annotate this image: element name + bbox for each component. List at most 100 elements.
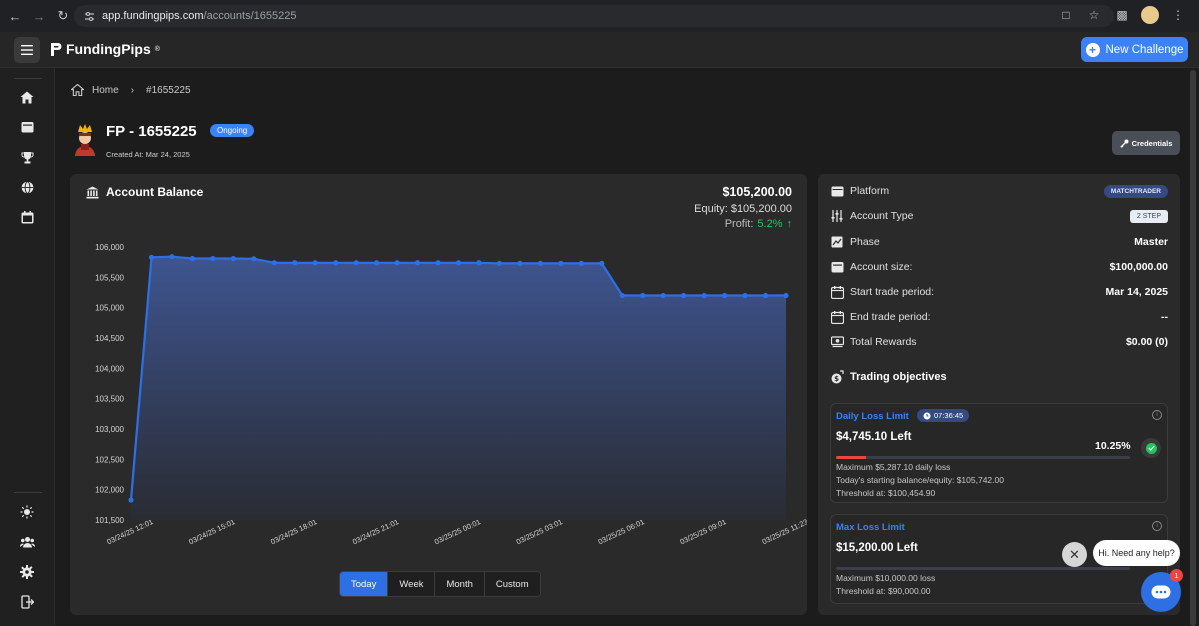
chat-prompt[interactable]: Hi. Need any help?	[1093, 540, 1180, 566]
credentials-button[interactable]: Credentials	[1112, 131, 1180, 155]
period-month-button[interactable]: Month	[435, 572, 485, 596]
data-point[interactable]	[558, 260, 564, 266]
data-point[interactable]	[414, 260, 421, 266]
brand-logo[interactable]: FundingPips ®	[50, 41, 160, 57]
data-point[interactable]	[292, 260, 298, 266]
extensions-icon[interactable]: ▩	[1113, 6, 1131, 24]
sidebar-item-logout[interactable]	[18, 593, 36, 611]
data-point[interactable]	[578, 260, 584, 266]
data-point[interactable]	[374, 260, 380, 266]
gear-icon	[20, 565, 34, 579]
sidebar-item-wallet[interactable]	[18, 118, 36, 136]
info-label: End trade period:	[850, 311, 931, 323]
data-point[interactable]	[210, 255, 216, 262]
globe-icon	[21, 180, 33, 194]
data-point[interactable]	[312, 260, 318, 266]
info-icon[interactable]: i	[1152, 410, 1162, 420]
bookmark-star-icon[interactable]: ☆	[1085, 6, 1103, 24]
info-row-platform: Platform MATCHTRADER	[830, 181, 1168, 201]
profile-avatar[interactable]	[1141, 6, 1159, 24]
sidebar-item-competitions[interactable]	[18, 148, 36, 166]
reload-icon[interactable]: ↻	[54, 7, 72, 25]
period-today-button[interactable]: Today	[340, 572, 389, 596]
info-row-start-period: Start trade period: Mar 14, 2025	[830, 282, 1168, 302]
data-point[interactable]	[435, 260, 441, 266]
sidebar-item-community[interactable]	[18, 533, 36, 551]
data-point[interactable]	[230, 255, 236, 262]
calendar-icon	[21, 210, 33, 223]
wallet-icon	[830, 260, 844, 274]
data-point[interactable]	[742, 292, 748, 299]
data-point[interactable]	[251, 256, 257, 262]
back-icon[interactable]: ←	[6, 7, 24, 25]
menu-toggle-button[interactable]	[14, 37, 40, 63]
browser-menu-icon[interactable]: ⋮	[1169, 6, 1187, 24]
scrollbar[interactable]	[1190, 70, 1196, 626]
site-info-icon[interactable]	[82, 9, 96, 23]
period-week-button[interactable]: Week	[388, 572, 436, 596]
url-host: app.fundingpips.com	[102, 10, 204, 22]
forward-icon[interactable]: →	[30, 7, 48, 25]
key-icon	[1119, 139, 1129, 148]
info-icon[interactable]: i	[1152, 521, 1162, 531]
data-point[interactable]	[701, 292, 707, 299]
data-point[interactable]	[496, 260, 503, 266]
sidebar-item-globe[interactable]	[18, 178, 36, 196]
data-point[interactable]	[517, 260, 523, 266]
cast-icon[interactable]: □	[1057, 6, 1075, 24]
credentials-label: Credentials	[1131, 138, 1173, 148]
x-tick-label: 03/24/25 15:01	[187, 517, 236, 546]
info-label: Start trade period:	[850, 286, 935, 298]
platform-badge: MATCHTRADER	[1103, 184, 1168, 198]
brand-registered-mark: ®	[154, 45, 160, 53]
data-point[interactable]	[476, 260, 482, 266]
data-point[interactable]	[394, 260, 400, 266]
data-point[interactable]	[681, 292, 687, 299]
data-point[interactable]	[189, 255, 196, 262]
period-selector: Today Week Month Custom	[339, 571, 541, 597]
daily-loss-limit-box: Daily Loss Limit 07:36:45 i $4,745.10 Le…	[830, 403, 1168, 503]
daily-loss-percent: 10.25%	[1095, 440, 1131, 452]
timer-value: 07:36:45	[934, 411, 964, 420]
breadcrumb-current: #1655225	[146, 84, 191, 96]
sidebar-item-settings[interactable]	[18, 563, 36, 581]
data-point[interactable]	[148, 254, 155, 260]
data-point[interactable]	[455, 260, 462, 266]
sidebar-item-theme[interactable]	[18, 503, 36, 521]
users-icon	[19, 537, 35, 548]
data-point[interactable]	[783, 292, 789, 299]
chat-close-button[interactable]: ✕	[1062, 542, 1087, 567]
data-point[interactable]	[271, 260, 277, 266]
period-custom-button[interactable]: Custom	[484, 572, 540, 596]
info-value: $0.00 (0)	[1125, 336, 1168, 348]
y-tick-label: 101,500	[95, 516, 124, 525]
account-type-badge: 2 STEP	[1129, 209, 1168, 223]
data-point[interactable]	[333, 260, 339, 266]
data-point[interactable]	[762, 292, 769, 299]
address-bar[interactable]: app.fundingpips.com/accounts/1655225	[74, 5, 1114, 27]
data-point[interactable]	[660, 292, 666, 299]
data-point[interactable]	[721, 292, 728, 299]
x-tick-label: 03/25/25 11:23	[761, 517, 807, 546]
home-icon	[20, 91, 34, 103]
x-tick-label: 03/25/25 00:01	[433, 517, 482, 546]
data-point[interactable]	[640, 292, 646, 299]
x-tick-label: 03/25/25 06:01	[597, 517, 646, 546]
new-challenge-button[interactable]: + New Challenge	[1081, 37, 1188, 62]
x-tick-label: 03/25/25 03:01	[515, 517, 564, 546]
data-point[interactable]	[599, 260, 605, 266]
home-icon[interactable]	[71, 84, 84, 96]
sidebar	[0, 68, 55, 626]
data-point[interactable]	[353, 260, 359, 266]
data-point[interactable]	[169, 254, 175, 260]
trading-objectives-heading: $ Trading objectives	[830, 370, 947, 384]
breadcrumb-home-link[interactable]: Home	[92, 85, 119, 96]
data-point[interactable]	[128, 497, 134, 503]
max-loss-limit-title: Max Loss Limit	[836, 522, 905, 533]
data-point[interactable]	[619, 292, 625, 299]
sidebar-item-calendar[interactable]	[18, 208, 36, 226]
info-value: --	[1161, 311, 1168, 323]
info-value: Master	[1134, 236, 1168, 248]
data-point[interactable]	[537, 260, 543, 266]
sidebar-item-home[interactable]	[18, 88, 36, 106]
